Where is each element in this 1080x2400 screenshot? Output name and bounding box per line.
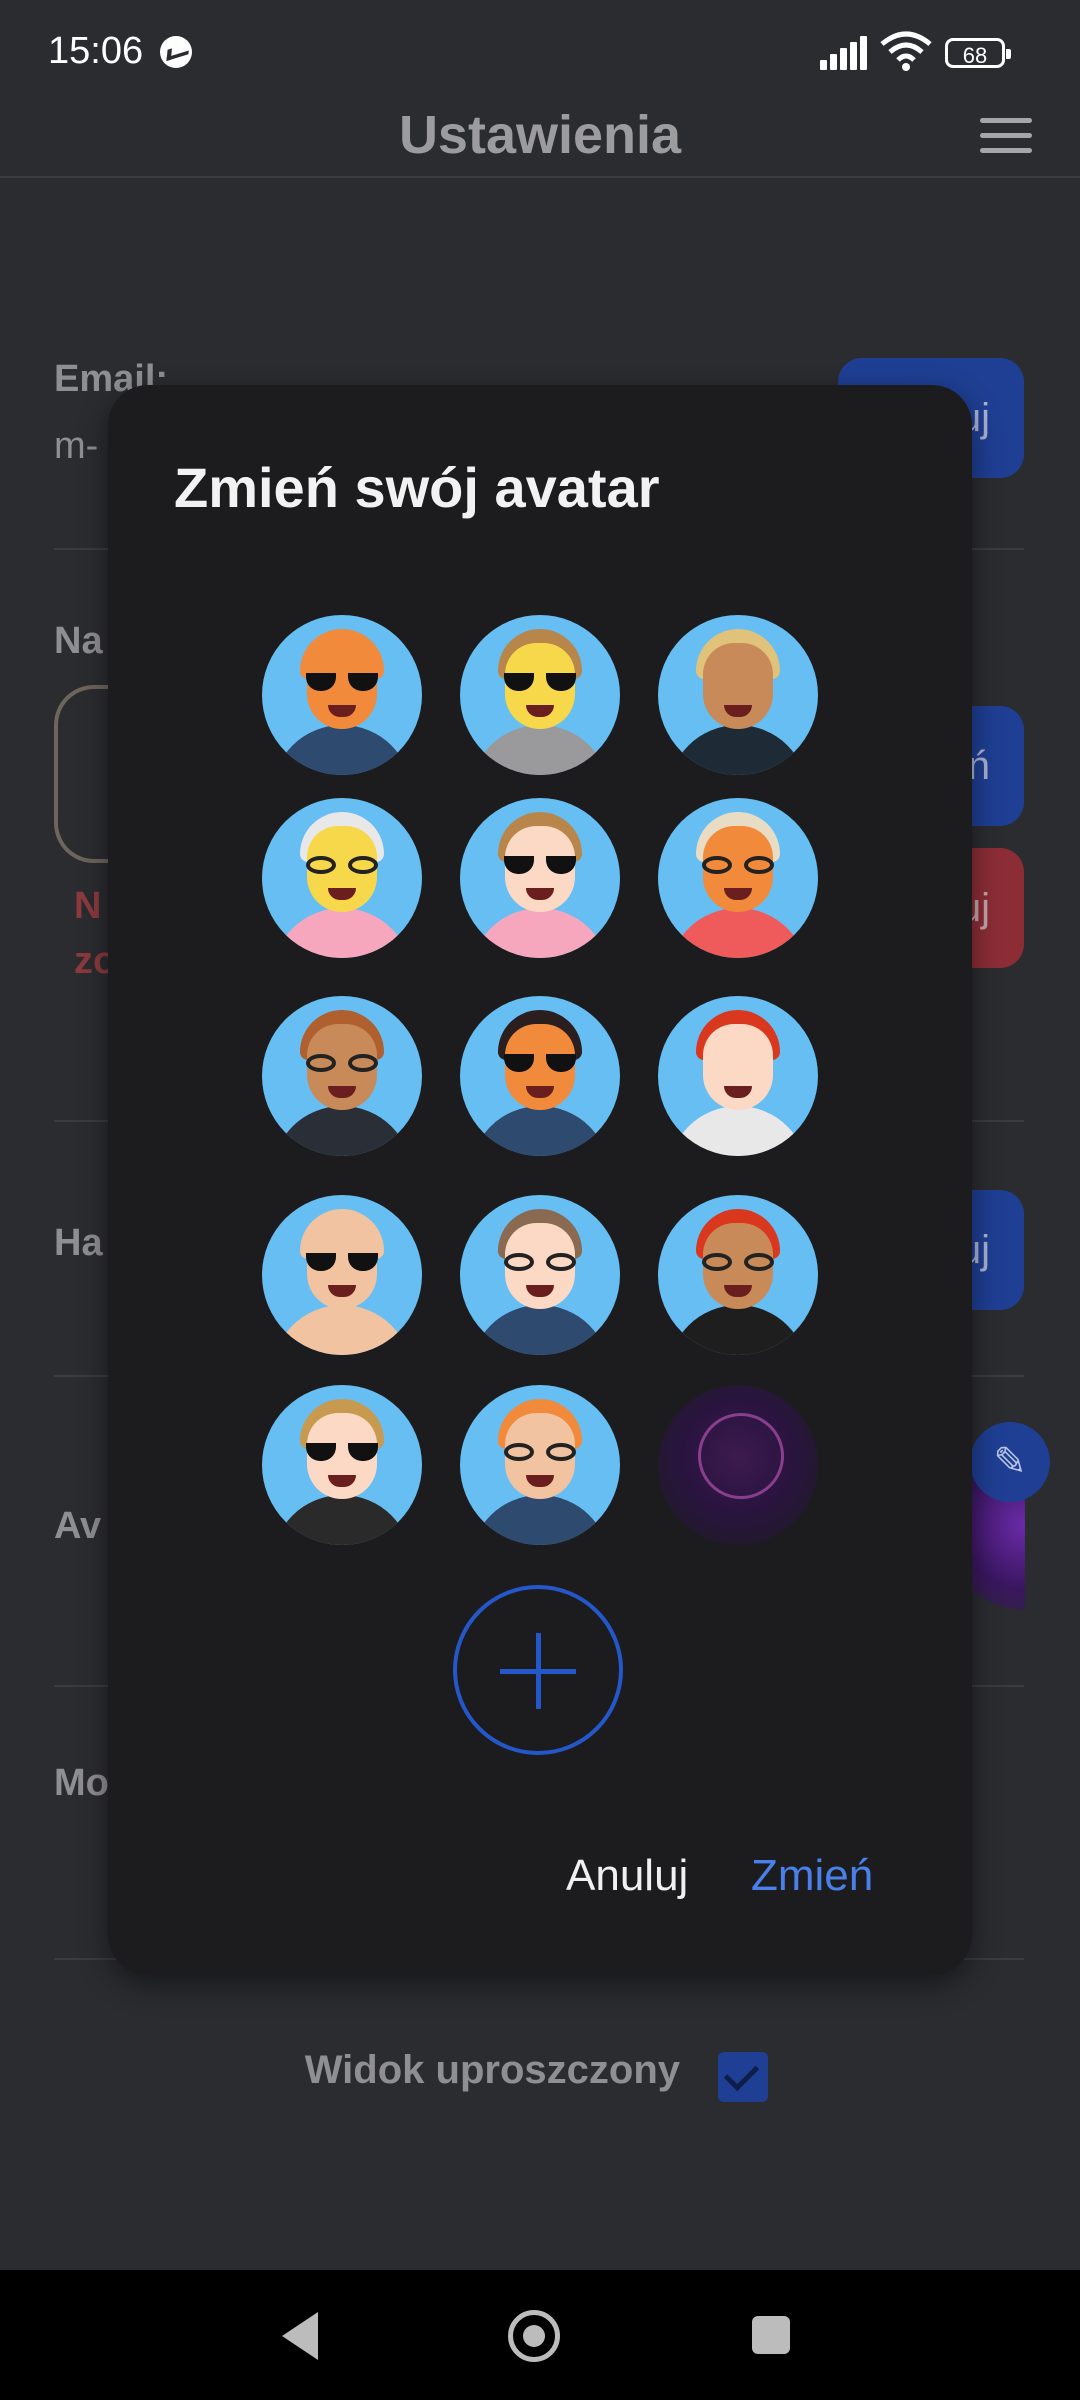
back-icon[interactable] xyxy=(282,2312,318,2360)
home-icon[interactable] xyxy=(508,2310,560,2362)
avatar-red-hair-woman[interactable] xyxy=(658,996,818,1156)
email-value: m- xyxy=(54,425,99,467)
avatar-black-hair-woman[interactable] xyxy=(460,996,620,1156)
avatar-curly-hair-woman[interactable] xyxy=(262,1385,422,1545)
confirm-change-button[interactable]: Zmień xyxy=(745,1850,879,1902)
status-time: 15:06 xyxy=(48,30,144,72)
error-text-line1: N xyxy=(74,885,102,927)
dialog-title: Zmień swój avatar xyxy=(174,456,660,519)
avatar-blond-woman-glasses[interactable] xyxy=(658,798,818,958)
name-label: Na xyxy=(54,620,103,662)
recent-apps-icon[interactable] xyxy=(752,2316,790,2354)
avatar-yellow-sunglasses[interactable] xyxy=(460,615,620,775)
messenger-icon xyxy=(160,36,192,68)
avatar-old-bearded-man[interactable] xyxy=(460,1385,620,1545)
mode-label: Mo xyxy=(54,1762,109,1804)
wifi-icon xyxy=(880,31,932,71)
battery-level: 68 xyxy=(962,43,988,68)
avatar-label: Av xyxy=(54,1505,102,1547)
signal-icon xyxy=(820,30,872,70)
simple-view-checkbox[interactable] xyxy=(718,2052,768,2102)
avatar-bald-bearded-man[interactable] xyxy=(262,1195,422,1355)
avatar-blond-man[interactable] xyxy=(658,615,818,775)
simple-view-label: Widok uproszczony xyxy=(304,2048,680,2092)
system-nav-bar xyxy=(0,2270,1080,2400)
change-avatar-dialog: Zmień swój avatar Anuluj Zmień xyxy=(108,385,972,1975)
password-label: Ha xyxy=(54,1222,103,1264)
status-bar: 15:06 68 xyxy=(0,0,1080,110)
battery-icon: 68 xyxy=(945,38,1011,68)
edit-avatar-button[interactable]: ✎ xyxy=(970,1422,1050,1502)
avatar-bald-sunglasses[interactable] xyxy=(262,615,422,775)
menu-icon[interactable] xyxy=(980,118,1032,156)
cancel-button[interactable]: Anuluj xyxy=(560,1850,694,1902)
avatar-cosmic-custom[interactable] xyxy=(658,1385,818,1545)
avatar-mustache-man[interactable] xyxy=(460,1195,620,1355)
avatar-red-hair-man[interactable] xyxy=(658,1195,818,1355)
avatar-white-hair-woman[interactable] xyxy=(262,798,422,958)
app-header: Ustawienia xyxy=(0,100,1080,178)
pencil-icon: ✎ xyxy=(993,1440,1027,1484)
avatar-bearded-man-glasses[interactable] xyxy=(262,996,422,1156)
page-title: Ustawienia xyxy=(398,105,682,165)
add-avatar-button[interactable] xyxy=(453,1585,623,1755)
avatar-brown-hair-woman[interactable] xyxy=(460,798,620,958)
